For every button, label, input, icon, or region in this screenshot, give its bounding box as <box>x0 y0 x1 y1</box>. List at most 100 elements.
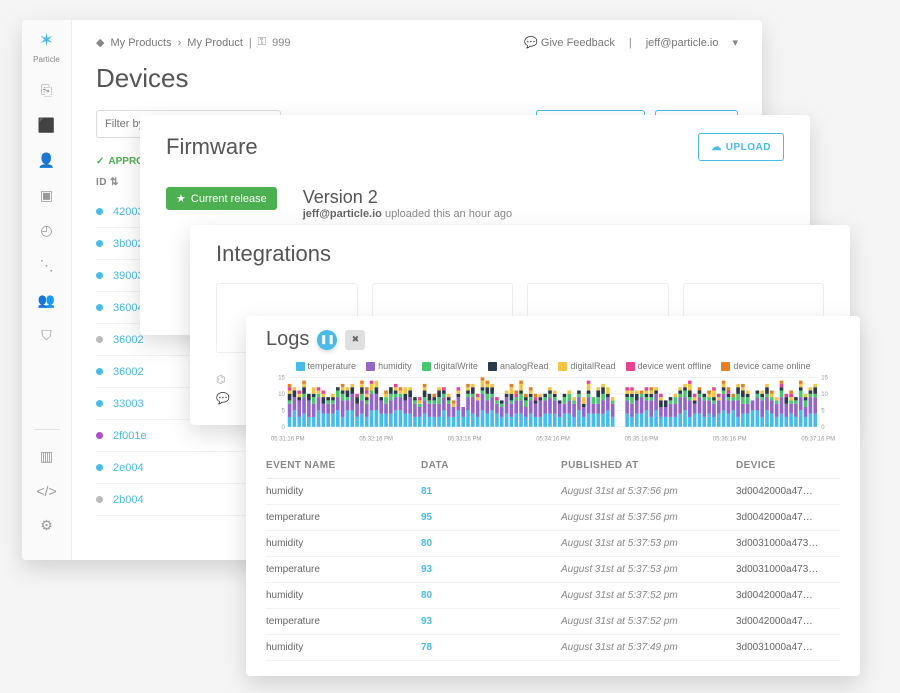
status-dot <box>96 304 103 311</box>
firmware-title: Firmware <box>166 134 258 160</box>
log-data: 80 <box>421 538 561 549</box>
log-published: August 31st at 5:37:53 pm <box>561 564 736 575</box>
log-published: August 31st at 5:37:56 pm <box>561 486 736 497</box>
legend-item[interactable]: humidity <box>366 361 412 371</box>
nav-shield-icon[interactable]: ⛉ <box>41 327 52 344</box>
svg-text:15: 15 <box>821 375 828 381</box>
svg-text:05:36:16 PM: 05:36:16 PM <box>713 437 747 443</box>
log-row[interactable]: temperature 93 August 31st at 5:37:53 pm… <box>266 557 840 583</box>
log-published: August 31st at 5:37:49 pm <box>561 642 736 653</box>
legend-item[interactable]: analogRead <box>488 361 549 371</box>
log-event: humidity <box>266 486 421 497</box>
device-id: 36002 <box>113 334 144 346</box>
log-device: 3d0031000a47… <box>736 642 840 653</box>
user-email-link[interactable]: jeff@particle.io <box>646 37 719 49</box>
log-row[interactable]: humidity 80 August 31st at 5:37:53 pm 3d… <box>266 531 840 557</box>
log-row[interactable]: temperature 93 August 31st at 5:37:52 pm… <box>266 609 840 635</box>
log-row[interactable]: temperature 95 August 31st at 5:37:56 pm… <box>266 505 840 531</box>
log-device: 3d0042000a47… <box>736 486 840 497</box>
nav-gear-icon[interactable]: ⚙ <box>40 517 53 534</box>
status-dot <box>96 208 103 215</box>
log-data: 93 <box>421 564 561 575</box>
log-row[interactable]: humidity 81 August 31st at 5:37:56 pm 3d… <box>266 479 840 505</box>
svg-text:10: 10 <box>278 392 285 398</box>
caret-down-icon[interactable]: ▾ <box>732 36 738 49</box>
log-data: 81 <box>421 486 561 497</box>
sitemap-icon: ◆ <box>96 36 104 49</box>
breadcrumb-id: 999 <box>272 37 290 49</box>
nav-bars-icon[interactable]: ▥ <box>40 448 53 465</box>
breadcrumb-products[interactable]: My Products <box>110 37 171 49</box>
nav-cube-icon[interactable]: ⬛ <box>38 117 55 134</box>
log-event: humidity <box>266 538 421 549</box>
status-dot <box>96 400 103 407</box>
legend-item[interactable]: digitalRead <box>558 361 615 371</box>
brand-name: Particle <box>33 55 60 64</box>
log-device: 3d0042000a47… <box>736 616 840 627</box>
svg-text:0: 0 <box>282 425 286 431</box>
firmware-version: Version 2 <box>303 187 512 208</box>
breadcrumb: ◆ My Products › My Product | ⚿ 999 <box>96 36 291 49</box>
comment-icon: 💬 <box>524 37 538 49</box>
log-data: 95 <box>421 512 561 523</box>
legend-item[interactable]: temperature <box>296 361 357 371</box>
log-event: temperature <box>266 616 421 627</box>
log-published: August 31st at 5:37:52 pm <box>561 616 736 627</box>
legend-swatch <box>488 362 497 371</box>
log-device: 3d0031000a473… <box>736 538 840 549</box>
nav-graph-icon[interactable]: ⋱ <box>40 257 54 274</box>
legend-swatch <box>626 362 635 371</box>
device-id: 2b004 <box>113 494 144 506</box>
log-event: temperature <box>266 564 421 575</box>
log-event: humidity <box>266 642 421 653</box>
device-id: 36004 <box>113 302 144 314</box>
key-icon: ⚿ <box>258 36 266 49</box>
status-dot <box>96 496 103 503</box>
device-id: 2f001e <box>113 430 147 442</box>
log-device: 3d0031000a473… <box>736 564 840 575</box>
integrations-title: Integrations <box>216 241 824 267</box>
nav-clock-icon[interactable]: ◴ <box>40 222 52 239</box>
status-dot <box>96 336 103 343</box>
log-row[interactable]: humidity 80 August 31st at 5:37:52 pm 3d… <box>266 583 840 609</box>
device-id: 33003 <box>113 398 144 410</box>
device-id: 2e004 <box>113 462 144 474</box>
svg-text:05:37:16 PM: 05:37:16 PM <box>801 437 835 443</box>
legend-swatch <box>422 362 431 371</box>
log-row[interactable]: humidity 78 August 31st at 5:37:49 pm 3d… <box>266 635 840 661</box>
logs-table-header: EVENT NAME DATA PUBLISHED AT DEVICE <box>266 453 840 479</box>
nav-team-icon[interactable]: 👥 <box>38 292 55 309</box>
svg-text:5: 5 <box>821 408 825 414</box>
legend-item[interactable]: device went offline <box>626 361 712 371</box>
upload-button[interactable]: ☁︎UPLOAD <box>698 133 784 161</box>
svg-text:0: 0 <box>821 425 825 431</box>
clear-button[interactable]: ✖ <box>345 330 365 350</box>
legend-swatch <box>296 362 305 371</box>
legend-swatch <box>721 362 730 371</box>
breadcrumb-product[interactable]: My Product <box>187 37 243 49</box>
brand-icon: ✶ <box>39 30 54 51</box>
chart-legend: temperature humidity digitalWrite analogRea… <box>266 361 840 371</box>
svg-text:05:34:16 PM: 05:34:16 PM <box>536 437 570 443</box>
log-event: humidity <box>266 590 421 601</box>
nav-terminal-icon[interactable]: ▣ <box>40 187 53 204</box>
log-device: 3d0042000a47… <box>736 590 840 601</box>
legend-item[interactable]: device came online <box>721 361 810 371</box>
logs-title: Logs <box>266 328 309 351</box>
pause-button[interactable]: ❚❚ <box>317 330 337 350</box>
log-published: August 31st at 5:37:52 pm <box>561 590 736 601</box>
log-data: 78 <box>421 642 561 653</box>
firmware-uploader: jeff@particle.io uploaded this an hour a… <box>303 208 512 220</box>
nav-code-icon[interactable]: </> <box>36 483 56 499</box>
log-data: 93 <box>421 616 561 627</box>
svg-text:05:35:16 PM: 05:35:16 PM <box>625 437 659 443</box>
status-dot <box>96 464 103 471</box>
nav-folder-icon[interactable]: ⎘ <box>41 82 52 99</box>
log-published: August 31st at 5:37:53 pm <box>561 538 736 549</box>
upload-icon: ☁︎ <box>711 142 722 153</box>
status-dot <box>96 272 103 279</box>
legend-item[interactable]: digitalWrite <box>422 361 478 371</box>
device-id: 3b002 <box>113 238 144 250</box>
give-feedback-link[interactable]: 💬 Give Feedback <box>524 36 615 49</box>
nav-user-icon[interactable]: 👤 <box>38 152 55 169</box>
